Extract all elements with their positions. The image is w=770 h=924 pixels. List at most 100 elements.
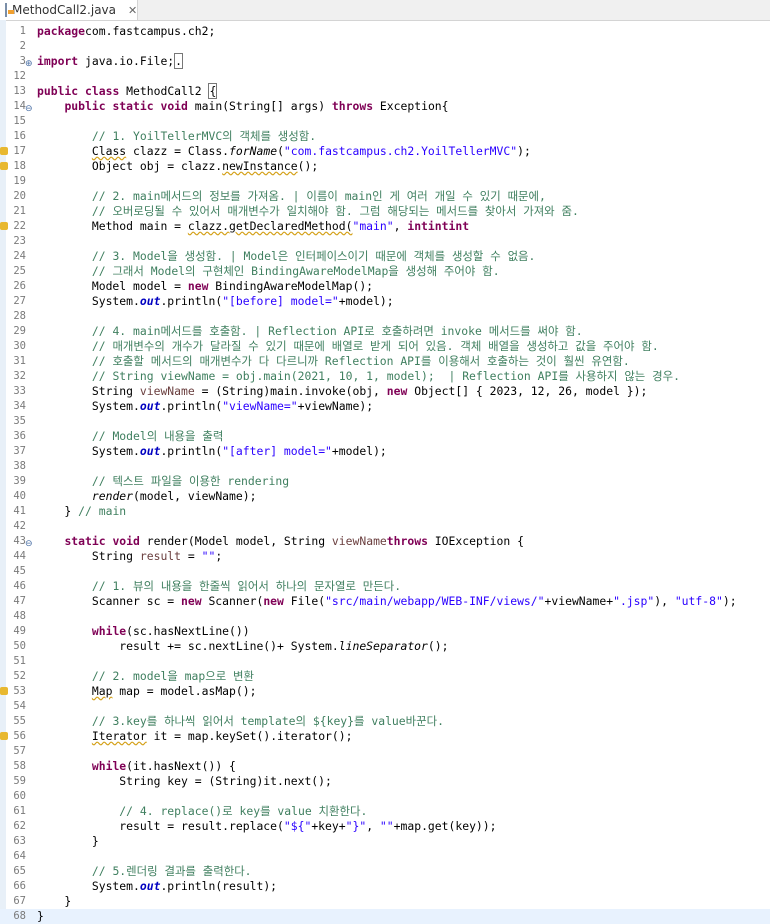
- code-token: System.: [37, 399, 140, 413]
- code-line[interactable]: 32 // String viewName = obj.main(2021, 1…: [0, 369, 770, 384]
- code-line[interactable]: 49 while(sc.hasNextLine()): [0, 624, 770, 639]
- code-line[interactable]: 55 // 3.key를 하나씩 읽어서 template의 ${key}를 v…: [0, 714, 770, 729]
- code-line[interactable]: 35: [0, 414, 770, 429]
- code-line[interactable]: 23: [0, 234, 770, 249]
- code-line[interactable]: 17 Class clazz = Class.forName("com.fast…: [0, 144, 770, 159]
- code-line[interactable]: 12: [0, 69, 770, 84]
- code-line[interactable]: 65 // 5.렌더링 결과를 출력한다.: [0, 864, 770, 879]
- code-line[interactable]: 16 // 1. YoilTellerMVC의 객체를 생성함.: [0, 129, 770, 144]
- code-line[interactable]: 40 render(model, viewName);: [0, 489, 770, 504]
- code-line[interactable]: 61 // 4. replace()로 key를 value 치환한다.: [0, 804, 770, 819]
- code-line[interactable]: 46 // 1. 뷰의 내용을 한줄씩 읽어서 하나의 문자열로 만든다.: [0, 579, 770, 594]
- line-text: render(model, viewName);: [37, 489, 257, 504]
- code-line[interactable]: 28: [0, 309, 770, 324]
- code-token: ;: [215, 549, 223, 563]
- code-line[interactable]: 25 // 그래서 Model의 구현체인 BindingAwareModelM…: [0, 264, 770, 279]
- code-token: result += sc.nextLine()+ System.: [37, 639, 339, 653]
- code-line[interactable]: 51: [0, 654, 770, 669]
- code-line[interactable]: 19: [0, 174, 770, 189]
- code-token: (model, viewName);: [133, 489, 257, 503]
- code-editor[interactable]: 1 packagecom.fastcampus.ch2; 2 3 ⊕ import jav…: [0, 20, 770, 924]
- code-line[interactable]: 39 // 텍스트 파일을 이용한 rendering: [0, 474, 770, 489]
- line-number: 44: [13, 550, 26, 562]
- code-line[interactable]: 50 result += sc.nextLine()+ System.lineS…: [0, 639, 770, 654]
- code-line[interactable]: 63 }: [0, 834, 770, 849]
- code-token: Exception{: [373, 99, 449, 113]
- line-number: 62: [13, 820, 26, 832]
- code-line[interactable]: 67 }: [0, 894, 770, 909]
- code-token: Scanner sc =: [37, 594, 182, 608]
- code-token: System.: [37, 879, 140, 893]
- code-line[interactable]: 2: [0, 39, 770, 54]
- code-line[interactable]: 53 Map map = model.asMap();: [0, 684, 770, 699]
- code-line[interactable]: 31 // 호출할 메서드의 매개변수가 다 다르니까 Reflection A…: [0, 354, 770, 369]
- code-token: // 2. model을 map으로 변환: [91, 669, 254, 683]
- code-line[interactable]: 47 Scanner sc = new Scanner(new File("sr…: [0, 594, 770, 609]
- code-line[interactable]: 30 // 매개변수의 개수가 달라질 수 있기 때문에 배열로 받게 되어 있…: [0, 339, 770, 354]
- code-line[interactable]: 38: [0, 459, 770, 474]
- code-token: +key+: [311, 819, 346, 833]
- line-text: // 호출할 메서드의 매개변수가 다 다르니까 Reflection API를…: [37, 354, 630, 369]
- code-token: Class: [91, 144, 127, 158]
- code-token: void: [160, 99, 188, 113]
- code-line[interactable]: 18 Object obj = clazz.newInstance();: [0, 159, 770, 174]
- code-line[interactable]: 24 // 3. Model을 생성함. | Model은 인터페이스이기 때문…: [0, 249, 770, 264]
- code-lines[interactable]: 1 packagecom.fastcampus.ch2; 2 3 ⊕ import jav…: [0, 24, 770, 924]
- line-number: 32: [13, 370, 26, 382]
- code-line[interactable]: 37 System.out.println("[after] model="+m…: [0, 444, 770, 459]
- code-line[interactable]: 33 String viewName = (String)main.invoke…: [0, 384, 770, 399]
- tab-methodcall2-java[interactable]: MethodCall2.java ✕: [0, 0, 138, 20]
- code-line[interactable]: 48: [0, 609, 770, 624]
- code-line[interactable]: 56 Iterator it = map.keySet().iterator()…: [0, 729, 770, 744]
- code-line[interactable]: 66 System.out.println(result);: [0, 879, 770, 894]
- code-line[interactable]: 29 // 4. main메서드를 호출함. | Reflection API로…: [0, 324, 770, 339]
- code-token: // 5.렌더링 결과를 출력한다.: [91, 864, 252, 878]
- code-line[interactable]: 57: [0, 744, 770, 759]
- line-text: // 매개변수의 개수가 달라질 수 있기 때문에 배열로 받게 되어 있음. …: [37, 339, 659, 354]
- code-line[interactable]: 52 // 2. model을 map으로 변환: [0, 669, 770, 684]
- code-token: System.: [37, 444, 140, 458]
- code-line[interactable]: 41 } // main: [0, 504, 770, 519]
- code-line[interactable]: 44 String result = "";: [0, 549, 770, 564]
- code-line[interactable]: 15: [0, 114, 770, 129]
- code-line[interactable]: 22 Method main = clazz.getDeclaredMethod…: [0, 219, 770, 234]
- line-text: }: [37, 894, 71, 909]
- code-line[interactable]: 60: [0, 789, 770, 804]
- code-line[interactable]: 54: [0, 699, 770, 714]
- code-line[interactable]: 26 Model model = new BindingAwareModelMa…: [0, 279, 770, 294]
- code-line[interactable]: 64: [0, 849, 770, 864]
- code-line[interactable]: 1 packagecom.fastcampus.ch2;: [0, 24, 770, 39]
- code-line[interactable]: 13 public class MethodCall2 {: [0, 83, 770, 99]
- code-line[interactable]: 36 // Model의 내용을 출력: [0, 429, 770, 444]
- code-line[interactable]: 58 while(it.hasNext()) {: [0, 759, 770, 774]
- code-line[interactable]: 43 ⊖ static void render(Model model, Stri…: [0, 534, 770, 549]
- code-token: main(String[] args): [187, 99, 332, 113]
- line-number: 26: [13, 280, 26, 292]
- line-number: 47: [13, 595, 26, 607]
- code-line[interactable]: 42: [0, 519, 770, 534]
- code-line[interactable]: 20 // 2. main메서드의 정보를 가져옴. | 이름이 main인 게…: [0, 189, 770, 204]
- code-token: = (String)main.invoke(obj,: [194, 384, 387, 398]
- line-text: // 3.key를 하나씩 읽어서 template의 ${key}를 valu…: [37, 714, 444, 729]
- code-token: // 2. main메서드의 정보를 가져옴. | 이름이 main인 게 여러…: [91, 189, 546, 203]
- line-text: // 2. main메서드의 정보를 가져옴. | 이름이 main인 게 여러…: [37, 189, 546, 204]
- code-line[interactable]: 14 ⊖ public static void main(String[] arg…: [0, 99, 770, 114]
- code-token: .println(: [160, 399, 223, 413]
- close-tab-icon[interactable]: ✕: [128, 4, 137, 17]
- code-line[interactable]: 27 System.out.println("[before] model="+…: [0, 294, 770, 309]
- code-line[interactable]: 45: [0, 564, 770, 579]
- code-line[interactable]: 34 System.out.println("viewName="+viewNa…: [0, 399, 770, 414]
- code-line[interactable]: 62 result = result.replace("${"+key+"}",…: [0, 819, 770, 834]
- line-number: 33: [13, 385, 26, 397]
- code-line[interactable]: 59 String key = (String)it.next();: [0, 774, 770, 789]
- line-number: 56: [13, 730, 26, 742]
- code-line[interactable]: 3 ⊕ import java.io.File;.: [0, 53, 770, 69]
- code-line[interactable]: 21 // 오버로딩될 수 있어서 매개변수가 일치해야 함. 그럼 해당되는 …: [0, 204, 770, 219]
